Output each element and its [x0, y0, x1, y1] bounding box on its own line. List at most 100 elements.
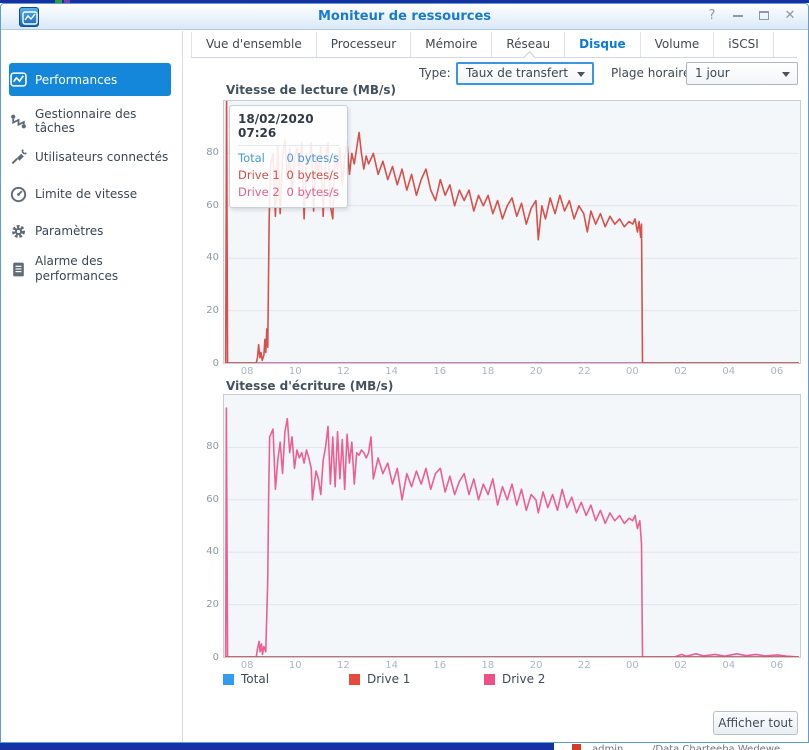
x-axis-tick: 06 — [767, 660, 787, 671]
tooltip-row-drive1: Drive 10 bytes/s — [238, 167, 339, 184]
legend-item-drive2: Drive 2 — [484, 672, 545, 686]
y-axis-tick: 60 — [195, 494, 219, 505]
type-label: Type: — [419, 66, 451, 80]
help-icon[interactable]: ? — [704, 8, 720, 24]
chevron-down-icon — [782, 72, 790, 77]
write-speed-plot[interactable] — [223, 394, 801, 658]
tooltip-row-total: Total0 bytes/s — [238, 150, 339, 167]
legend-swatch-total — [223, 674, 234, 685]
x-axis-tick: 08 — [237, 366, 257, 377]
x-axis-tick: 02 — [671, 366, 691, 377]
tooltip-row-drive2: Drive 20 bytes/s — [238, 184, 339, 201]
sidebar-item-utilisateurs-connectes[interactable]: Utilisateurs connectés — [9, 144, 173, 170]
sidebar-item-label: Utilisateurs connectés — [35, 150, 168, 164]
task-manager-icon — [9, 112, 27, 130]
sidebar-item-gestionnaire-des-taches[interactable]: Gestionnaire des tâches — [9, 108, 173, 134]
x-axis-tick: 04 — [719, 366, 739, 377]
tab-memoire[interactable]: Mémoire — [411, 32, 492, 58]
write-chart-title: Vitesse d'écriture (MB/s) — [226, 379, 393, 393]
legend-item-drive1: Drive 1 — [349, 672, 410, 686]
chart-tooltip: 18/02/2020 07:26 Total0 bytes/s Drive 10… — [229, 105, 348, 208]
chevron-down-icon — [577, 72, 585, 77]
y-axis-tick: 20 — [195, 599, 219, 610]
background-red-icon — [572, 744, 581, 750]
y-axis-tick: 0 — [195, 652, 219, 663]
sidebar-item-label: Paramètres — [35, 224, 103, 238]
x-axis-tick: 02 — [671, 660, 691, 671]
tab-volume[interactable]: Volume — [641, 32, 715, 58]
report-icon — [9, 260, 27, 278]
tab-bar: Vue d'ensemble Processeur Mémoire Réseau… — [191, 32, 774, 58]
sidebar-item-performances[interactable]: Performances — [9, 63, 171, 96]
x-axis-tick: 08 — [237, 660, 257, 671]
legend-item-total: Total — [223, 672, 269, 686]
maximize-icon[interactable] — [756, 8, 772, 24]
background-taskbar — [0, 743, 554, 750]
background-user-text: admin — [592, 743, 623, 750]
sidebar: Performances Gestionnaire des tâches Uti… — [1, 31, 183, 742]
tab-disque[interactable]: Disque — [565, 32, 641, 58]
x-axis-tick: 22 — [574, 366, 594, 377]
tab-underline — [191, 57, 797, 58]
time-range-select-value: 1 jour — [695, 66, 730, 80]
type-select-value: Taux de transfert — [466, 66, 568, 80]
x-axis-tick: 22 — [574, 660, 594, 671]
x-axis-tick: 00 — [622, 660, 642, 671]
gear-icon — [9, 222, 27, 240]
sidebar-item-label: Performances — [35, 73, 117, 87]
background-window-strip: admin /Data Charteeba Wedewe — [0, 743, 809, 750]
x-axis-tick: 12 — [333, 366, 353, 377]
x-axis-tick: 20 — [526, 660, 546, 671]
tab-iscsi[interactable]: iSCSI — [714, 32, 774, 58]
x-axis-tick: 10 — [285, 660, 305, 671]
y-axis-tick: 40 — [195, 252, 219, 263]
x-axis-tick: 04 — [719, 660, 739, 671]
plug-icon — [9, 148, 27, 166]
x-axis-tick: 18 — [478, 660, 498, 671]
titlebar: Moniteur de ressources ? ✕ — [1, 4, 808, 30]
read-chart-title: Vitesse de lecture (MB/s) — [226, 83, 396, 97]
minimize-icon[interactable] — [730, 8, 746, 24]
show-all-button[interactable]: Afficher tout — [713, 711, 798, 735]
speedometer-icon — [9, 185, 27, 203]
y-axis-tick: 20 — [195, 305, 219, 316]
sidebar-item-parametres[interactable]: Paramètres — [9, 218, 173, 244]
read-chart-x-axis: 08 10 12 14 16 18 20 22 00 02 04 06 — [223, 366, 801, 378]
read-chart: 020406080 081012141618202200020406 18/02… — [223, 100, 801, 364]
type-select[interactable]: Taux de transfert — [456, 62, 594, 85]
time-range-label: Plage horaire: — [611, 66, 694, 80]
x-axis-tick: 12 — [333, 660, 353, 671]
y-axis-tick: 40 — [195, 546, 219, 557]
legend-swatch-drive2 — [484, 674, 495, 685]
sidebar-item-alarme-des-performances[interactable]: Alarme des performances — [9, 252, 173, 286]
close-icon[interactable]: ✕ — [782, 8, 798, 24]
window-title: Moniteur de ressources — [1, 9, 808, 24]
y-axis-tick: 80 — [195, 441, 219, 452]
tab-processeur[interactable]: Processeur — [317, 32, 411, 58]
sidebar-item-label: Alarme des performances — [35, 254, 145, 284]
x-axis-tick: 06 — [767, 366, 787, 377]
sidebar-item-label: Gestionnaire des tâches — [35, 107, 173, 135]
performance-chart-icon — [9, 71, 27, 89]
write-chart: 020406080 081012141618202200020406 — [223, 394, 801, 658]
y-axis-tick: 80 — [195, 147, 219, 158]
x-axis-tick: 14 — [382, 660, 402, 671]
y-axis-tick: 0 — [195, 358, 219, 369]
x-axis-tick: 14 — [382, 366, 402, 377]
x-axis-tick: 18 — [478, 366, 498, 377]
x-axis-tick: 16 — [430, 366, 450, 377]
y-axis-tick: 60 — [195, 200, 219, 211]
x-axis-tick: 20 — [526, 366, 546, 377]
x-axis-tick: 16 — [430, 660, 450, 671]
tab-vue-densemble[interactable]: Vue d'ensemble — [192, 32, 317, 58]
x-axis-tick: 00 — [622, 366, 642, 377]
background-path-text: /Data Charteeba Wedewe — [652, 743, 780, 750]
tooltip-timestamp: 18/02/2020 07:26 — [238, 112, 339, 146]
legend-swatch-drive1 — [349, 674, 360, 685]
time-range-select[interactable]: 1 jour — [686, 62, 798, 85]
write-chart-x-axis: 08 10 12 14 16 18 20 22 00 02 04 06 — [223, 660, 801, 672]
sidebar-item-label: Limite de vitesse — [35, 187, 137, 201]
sidebar-item-limite-de-vitesse[interactable]: Limite de vitesse — [9, 181, 173, 207]
resource-monitor-window: Moniteur de ressources ? ✕ Performances … — [0, 3, 809, 743]
x-axis-tick: 10 — [285, 366, 305, 377]
